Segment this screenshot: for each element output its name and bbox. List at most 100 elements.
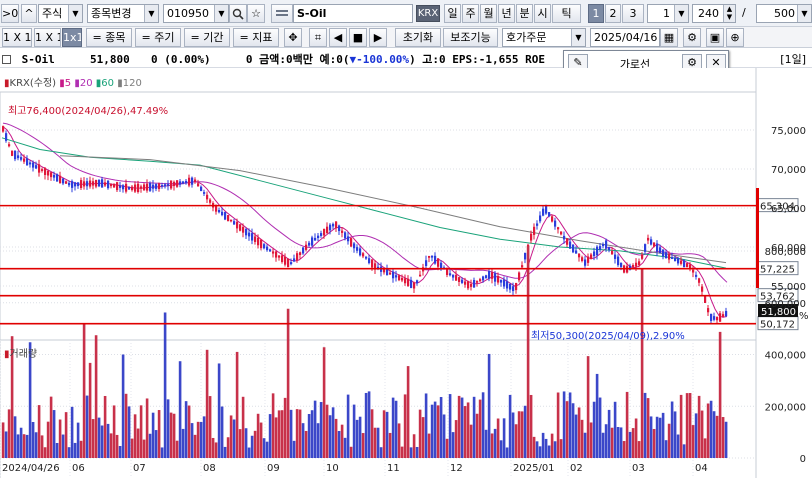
date-field[interactable]: 2025/04/16 [590, 28, 660, 47]
horizontal-lines[interactable]: 65,30457,22553,76250,17251,800% [0, 188, 809, 331]
volume-bar [481, 392, 485, 458]
chevron-down-icon[interactable]: ▼ [797, 5, 811, 22]
tab-num-2[interactable]: 2 [605, 4, 621, 23]
candle-body [611, 251, 614, 255]
count-field[interactable]: 240 ▲ ▼ [692, 4, 736, 23]
volume-bar [67, 447, 71, 458]
volume-bar [667, 423, 671, 458]
chevron-down-icon[interactable]: ▼ [214, 5, 228, 22]
candle-body [641, 254, 644, 259]
link-item-button[interactable]: = 종목 [86, 28, 132, 47]
stepper-icon[interactable]: ▲ ▼ [723, 5, 735, 22]
tab-hour[interactable]: 시 [534, 4, 551, 23]
chart-type-icon[interactable] [271, 4, 293, 23]
candle-body [431, 255, 434, 258]
chevron-down-icon[interactable]: ▼ [144, 5, 158, 22]
candle-body [110, 183, 113, 187]
candle-body [428, 255, 431, 258]
tab-tick[interactable]: 틱 [552, 4, 581, 23]
link-indicator-button[interactable]: = 지표 [233, 28, 279, 47]
aux-function-button[interactable]: 보조기능 [443, 28, 498, 47]
candle-body [452, 274, 455, 278]
candle-body [614, 254, 617, 259]
candle-body [149, 183, 152, 191]
left-toggle-button[interactable]: >0 [1, 4, 19, 23]
search-icon[interactable] [229, 4, 247, 23]
volume-bar [574, 414, 578, 458]
candle-body [158, 183, 161, 190]
volume-bar [130, 438, 134, 458]
candle-body [647, 237, 650, 241]
star-icon[interactable]: ☆ [247, 4, 265, 23]
stock-chart[interactable]: 65,30457,22553,76250,17251,800% 75,000 70… [0, 68, 812, 478]
candle-body [335, 221, 338, 228]
candle-body [671, 257, 674, 259]
link-period-button[interactable]: = 주기 [135, 28, 181, 47]
volume-bar [616, 426, 620, 458]
candle-body [8, 144, 11, 147]
volume-bar [595, 373, 599, 458]
volume-bar [409, 447, 413, 458]
layout-1x1-alt-button[interactable]: 1 X 1 [34, 28, 61, 47]
tab-num-3[interactable]: 3 [622, 4, 644, 23]
prev-icon[interactable]: ◀ [329, 28, 347, 47]
volume-bar [208, 396, 212, 458]
total-value: 500 [774, 7, 795, 20]
candle-body [584, 259, 587, 266]
chevron-down-icon[interactable]: ▼ [68, 5, 82, 22]
move-cross-icon[interactable]: ✥ [284, 28, 302, 47]
volume-bar [439, 397, 443, 458]
next-icon[interactable]: ▶ [369, 28, 387, 47]
checkbox-icon[interactable] [2, 55, 11, 64]
image-icon[interactable]: ▣ [706, 28, 724, 47]
candle-body [530, 233, 533, 241]
calendar-icon[interactable]: ▦ [660, 28, 678, 47]
chevron-down-icon[interactable]: ▼ [571, 29, 585, 46]
layout-1x1-selected-button[interactable]: 1x1 [62, 28, 82, 47]
tab-num-1[interactable]: 1 [588, 4, 604, 23]
tab-year[interactable]: 년 [498, 4, 515, 23]
volume-bar [631, 428, 635, 458]
candle-body [416, 280, 419, 284]
settings-icon[interactable]: ⚙ [683, 28, 701, 47]
tab-minute[interactable]: 분 [516, 4, 533, 23]
candle-body [560, 231, 563, 235]
candle-body [497, 276, 500, 283]
volume-bar [124, 393, 128, 458]
stop-icon[interactable]: ■ [349, 28, 367, 47]
item-change-select[interactable]: 종목변경 ▼ [87, 4, 159, 23]
layout-1x1-button[interactable]: 1 X 1 [2, 28, 32, 47]
chart-area[interactable]: 65,304 57,225 53,762 50,172 51,800% 75,000 70… [0, 68, 812, 478]
chevron-down-icon[interactable]: ▼ [674, 5, 688, 22]
candle-body [413, 282, 416, 289]
tab-day[interactable]: 일 [444, 4, 461, 23]
volume-bar [298, 409, 302, 458]
volume-bar [490, 433, 494, 458]
link-range-button[interactable]: = 기간 [184, 28, 230, 47]
order-select[interactable]: 호가주문 ▼ [502, 28, 586, 47]
volume-bar [337, 431, 341, 458]
volume-bar [373, 427, 377, 458]
volume-bar [133, 414, 137, 458]
up-arrow-button[interactable]: ^ [21, 4, 37, 23]
candle-body [329, 224, 332, 231]
stock-code-field[interactable]: 010950 ▼ [163, 4, 229, 23]
grid-icon[interactable]: ⌗ [309, 28, 327, 47]
interval-field[interactable]: 1 ▼ [647, 4, 689, 23]
volume-bar [262, 438, 266, 458]
tab-month[interactable]: 월 [480, 4, 497, 23]
candle-body [128, 187, 131, 190]
candle-body [53, 174, 56, 178]
reset-button[interactable]: 초기화 [395, 28, 441, 47]
candle-body [602, 244, 605, 247]
candle-body [203, 192, 206, 194]
volume-bar [472, 396, 476, 458]
exchange-badge[interactable]: KRX [416, 5, 440, 22]
quote-price: 51,800 [90, 53, 130, 66]
market-type-select[interactable]: 주식 ▼ [38, 4, 83, 23]
candle-body [107, 180, 110, 189]
total-field[interactable]: 500 ▼ [756, 4, 812, 23]
add-icon[interactable]: ⊕ [726, 28, 744, 47]
volume-bar [82, 323, 86, 458]
tab-week[interactable]: 주 [462, 4, 479, 23]
